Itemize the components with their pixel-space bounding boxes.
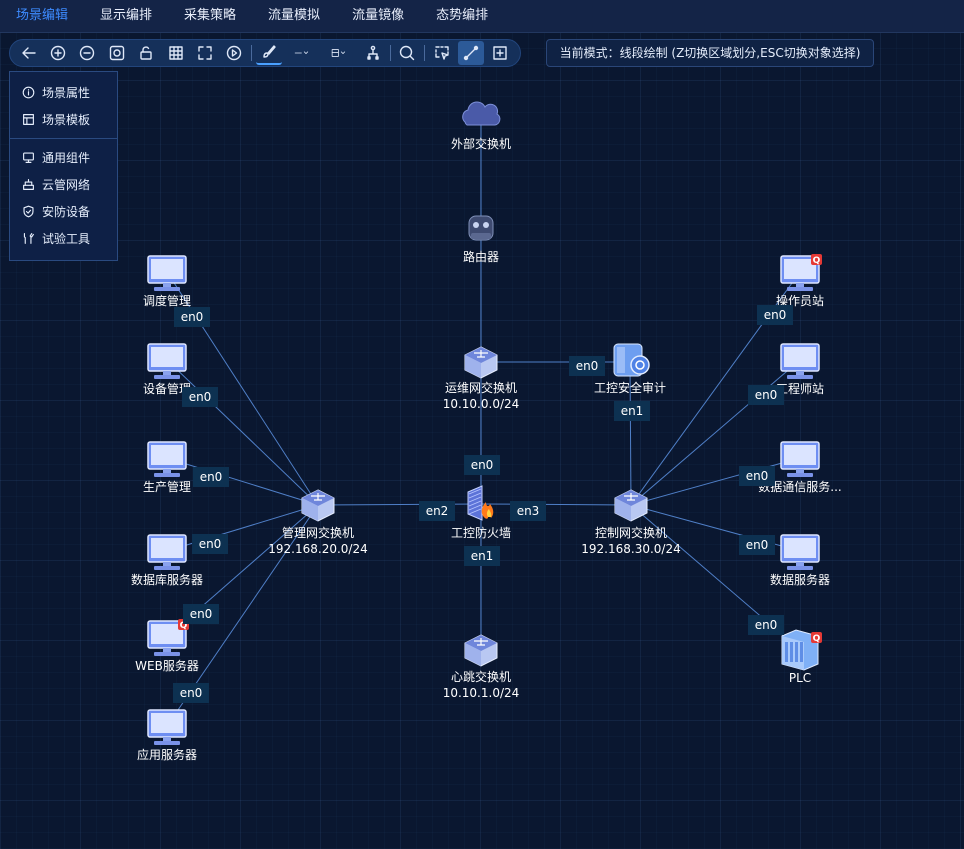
node-subnet: 10.10.0.0/24 — [443, 397, 520, 411]
switch-icon — [464, 346, 498, 379]
node-label: 外部交换机 — [451, 136, 511, 151]
port-label[interactable]: en2 — [419, 501, 455, 521]
port-label[interactable]: en1 — [614, 401, 650, 421]
node-label: WEB服务器 — [135, 658, 199, 673]
router-icon — [468, 215, 494, 241]
pc-icon — [147, 441, 187, 477]
node-router[interactable]: 路由器 — [463, 215, 499, 264]
port-name: en0 — [471, 458, 494, 472]
node-label: 路由器 — [463, 249, 499, 264]
node-label: 数据库服务器 — [131, 572, 203, 587]
link-line[interactable] — [480, 503, 632, 506]
node-label: PLC — [789, 671, 811, 685]
svg-text:Q: Q — [813, 634, 821, 644]
port-label[interactable]: en0 — [192, 534, 228, 554]
node-dispatch[interactable]: 调度管理 — [143, 255, 191, 308]
pc-icon — [147, 709, 187, 745]
pc-icon — [780, 441, 820, 477]
pc-icon — [147, 534, 187, 570]
port-label[interactable]: en0 — [464, 455, 500, 475]
nodes: 外部交换机路由器运维网交换机 10.10.0.0/24 工控安全审计工控防火墙心跳交… — [131, 101, 842, 762]
node-subnet: 192.168.20.0/24 — [268, 542, 367, 556]
pc-icon — [147, 255, 187, 291]
node-label: 心跳交换机 — [451, 669, 511, 684]
node-firewall[interactable]: 工控防火墙 — [451, 485, 511, 540]
node-label: 应用服务器 — [137, 747, 197, 762]
port-label[interactable]: en0 — [739, 466, 775, 486]
audit-icon — [613, 343, 650, 377]
svg-text:Q: Q — [813, 256, 821, 266]
port-name: en3 — [517, 504, 540, 518]
node-heartbeat-switch[interactable]: 心跳交换机 10.10.1.0/24 — [443, 634, 520, 700]
port-label[interactable]: en0 — [183, 604, 219, 624]
port-label[interactable]: en0 — [193, 467, 229, 487]
alert-badge-icon: Q — [811, 254, 822, 266]
port-label[interactable]: en0 — [569, 356, 605, 376]
cloud-icon — [462, 101, 501, 126]
port-name: en0 — [746, 469, 769, 483]
node-ctrl-switch[interactable]: 控制网交换机 192.168.30.0/24 — [581, 489, 681, 556]
port-label[interactable]: en0 — [182, 387, 218, 407]
link-line[interactable] — [317, 503, 482, 506]
node-production[interactable]: 生产管理 — [143, 441, 191, 494]
node-web-server[interactable]: QWEB服务器 — [135, 619, 199, 673]
switch-icon — [614, 489, 648, 522]
port-label[interactable]: en1 — [464, 546, 500, 566]
port-label[interactable]: en3 — [510, 501, 546, 521]
port-name: en0 — [181, 310, 204, 324]
port-label[interactable]: en0 — [739, 535, 775, 555]
node-subnet: 192.168.30.0/24 — [581, 542, 680, 556]
node-label: 工控安全审计 — [594, 380, 666, 395]
pc-icon — [147, 343, 187, 379]
topology-canvas[interactable]: 外部交换机路由器运维网交换机 10.10.0.0/24 工控安全审计工控防火墙心跳交… — [0, 0, 964, 849]
port-name: en0 — [190, 607, 213, 621]
port-name: en0 — [180, 686, 203, 700]
port-name: en0 — [189, 390, 212, 404]
port-name: en2 — [426, 504, 449, 518]
node-operator[interactable]: Q操作员站 — [776, 254, 824, 308]
port-name: en0 — [576, 359, 599, 373]
pc-icon — [780, 343, 820, 379]
node-label: 调度管理 — [143, 293, 191, 308]
firewall-icon — [467, 485, 494, 521]
port-label[interactable]: en0 — [173, 683, 209, 703]
port-name: en0 — [764, 308, 787, 322]
port-name: en0 — [200, 470, 223, 484]
node-data-server[interactable]: 数据服务器 — [770, 534, 830, 587]
port-name: en0 — [199, 537, 222, 551]
node-plc[interactable]: Q PLC — [781, 629, 822, 685]
pc-icon — [780, 534, 820, 570]
node-label: 生产管理 — [143, 479, 191, 494]
port-label[interactable]: en0 — [757, 305, 793, 325]
port-label[interactable]: en0 — [748, 385, 784, 405]
node-label: 控制网交换机 — [595, 525, 667, 540]
port-name: en0 — [755, 618, 778, 632]
port-label[interactable]: en0 — [748, 615, 784, 635]
node-label: 管理网交换机 — [282, 525, 354, 540]
alert-badge-icon: Q — [811, 632, 822, 644]
port-name: en0 — [755, 388, 778, 402]
port-label[interactable]: en0 — [174, 307, 210, 327]
node-label: 数据服务器 — [770, 572, 830, 587]
port-name: en1 — [621, 404, 644, 418]
node-label: 工控防火墙 — [451, 525, 511, 540]
port-name: en1 — [471, 549, 494, 563]
port-name: en0 — [746, 538, 769, 552]
links — [166, 116, 801, 727]
node-label: 运维网交换机 — [445, 380, 517, 395]
node-app-server[interactable]: 应用服务器 — [137, 709, 197, 762]
node-mgmt-switch[interactable]: 管理网交换机 192.168.20.0/24 — [268, 489, 368, 556]
switch-icon — [464, 634, 498, 667]
node-subnet: 10.10.1.0/24 — [443, 686, 520, 700]
